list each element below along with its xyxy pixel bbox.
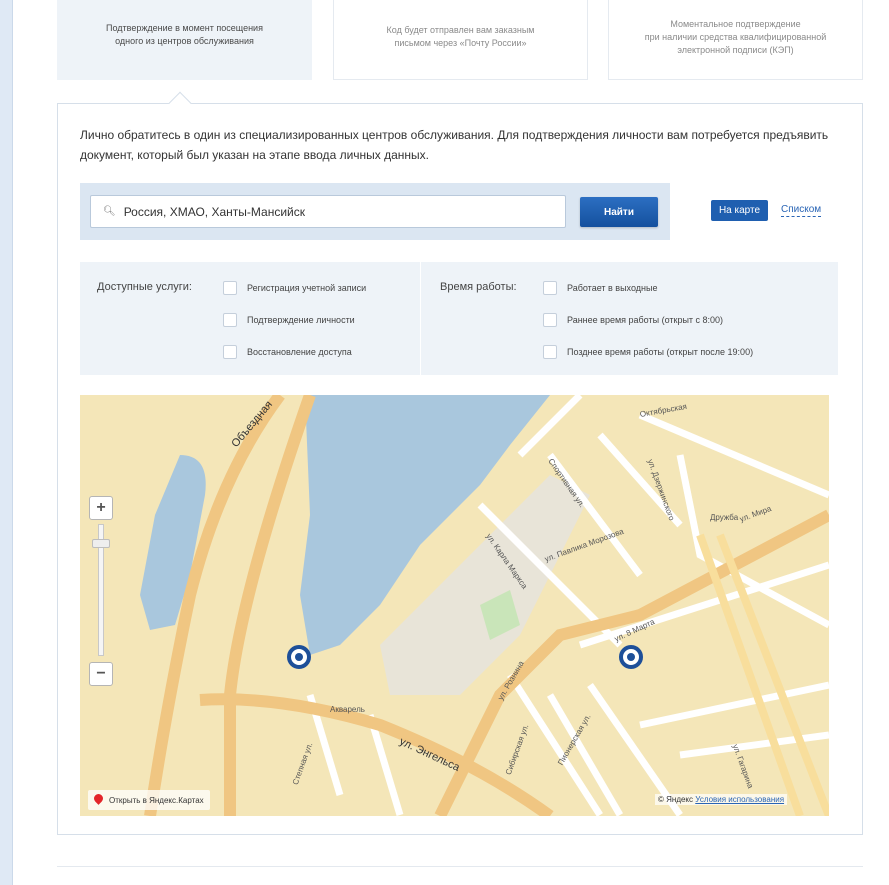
hours-label: Время работы:	[440, 281, 517, 293]
open-in-yandex-maps-label: Открыть в Яндекс.Картах	[109, 795, 204, 805]
marker-dot-icon	[295, 653, 303, 661]
zoom-out-button[interactable]: −	[89, 662, 113, 686]
checkbox-restore-access-label: Восстановление доступа	[247, 347, 352, 357]
map-pin-icon	[94, 794, 103, 806]
map-widget[interactable]: Объездная ул. Энгельса ул. Рознина ул. К…	[80, 395, 829, 816]
checkbox-early-hours-label: Раннее время работы (открыт с 8:00)	[567, 315, 724, 325]
map-copyright: © Яндекс Условия использования	[655, 794, 788, 805]
marker-dot-icon	[627, 653, 635, 661]
tab-russian-post-line-2: письмом через «Почту России»	[394, 38, 527, 48]
search-icon: 🔍︎	[103, 206, 116, 217]
search-input[interactable]: 🔍︎ Россия, ХМАО, Ханты-Мансийск	[90, 195, 566, 228]
tab-service-center[interactable]: Подтверждение в момент посещения одного …	[57, 0, 312, 80]
checkbox-late-hours[interactable]	[543, 345, 557, 359]
intro-text: Лично обратитесь в один из специализиров…	[80, 128, 829, 162]
zoom-slider-handle[interactable]	[92, 539, 110, 548]
checkbox-late-hours-label: Позднее время работы (открыт после 19:00…	[567, 347, 754, 357]
checkbox-identity[interactable]	[223, 313, 237, 327]
left-stripe	[0, 0, 13, 885]
filters-panel: Доступные услуги: Регистрация учетной за…	[80, 262, 838, 375]
service-center-marker[interactable]	[619, 645, 643, 669]
tab-service-center-line-2: одного из центров обслуживания	[115, 36, 254, 46]
find-button[interactable]: Найти	[580, 197, 658, 227]
zoom-in-button[interactable]: +	[89, 496, 113, 520]
place-akvarel: Акварель	[330, 705, 365, 714]
bottom-divider	[57, 866, 863, 867]
checkbox-weekends-label: Работает в выходные	[567, 283, 658, 293]
service-center-marker[interactable]	[287, 645, 311, 669]
map-river	[140, 455, 206, 630]
tab-signature-line-1: Моментальное подтверждение	[670, 19, 801, 29]
checkbox-early-hours[interactable]	[543, 313, 557, 327]
map-terms-link[interactable]: Условия использования	[695, 795, 784, 804]
tab-russian-post[interactable]: Код будет отправлен вам заказным письмом…	[333, 0, 588, 80]
tab-electronic-signature[interactable]: Моментальное подтверждение при наличии с…	[608, 0, 863, 80]
checkbox-registration-label: Регистрация учетной записи	[247, 283, 367, 293]
open-in-yandex-maps-link[interactable]: Открыть в Яндекс.Картах	[88, 790, 210, 810]
place-druzhba: Дружба	[710, 513, 739, 522]
tab-service-center-line-1: Подтверждение в момент посещения	[106, 23, 263, 33]
view-list-link[interactable]: Списком	[781, 204, 822, 217]
filters-divider	[420, 262, 421, 375]
tab-signature-line-2: при наличии средства квалифицированной	[644, 32, 827, 42]
view-map-button[interactable]: На карте	[711, 200, 768, 221]
checkbox-registration[interactable]	[223, 281, 237, 295]
map-copyright-text: © Яндекс	[658, 795, 694, 804]
map-canvas	[140, 395, 829, 816]
checkbox-identity-label: Подтверждение личности	[247, 315, 355, 325]
map-zoom-control: + −	[89, 496, 113, 691]
services-label: Доступные услуги:	[97, 281, 192, 293]
tab-russian-post-line-1: Код будет отправлен вам заказным	[386, 25, 535, 35]
tab-signature-line-3: электронной подписи (КЭП)	[677, 45, 794, 55]
confirmation-method-tabs: Подтверждение в момент посещения одного …	[57, 0, 863, 104]
checkbox-restore-access[interactable]	[223, 345, 237, 359]
checkbox-weekends[interactable]	[543, 281, 557, 295]
search-input-value: Россия, ХМАО, Ханты-Мансийск	[123, 204, 305, 219]
